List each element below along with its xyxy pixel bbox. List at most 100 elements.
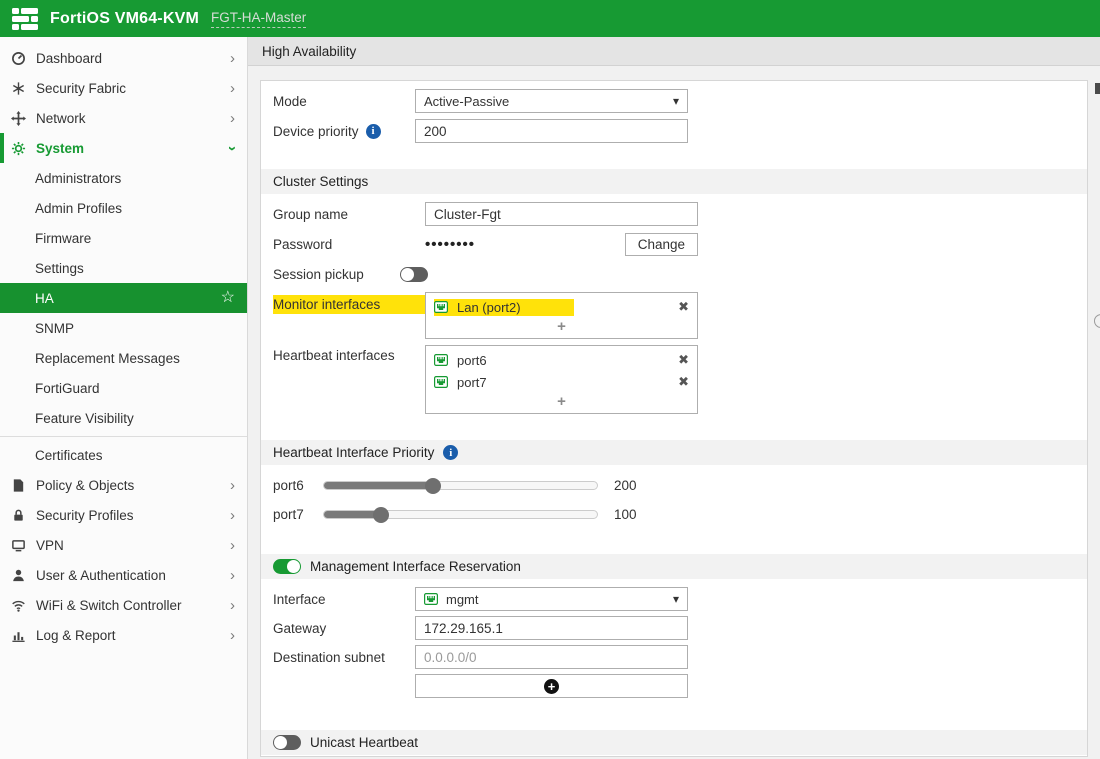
- sidebar-item-security-fabric[interactable]: Security Fabric: [0, 73, 247, 103]
- sidebar-item-certificates[interactable]: Certificates: [0, 440, 247, 470]
- add-heartbeat-interface-button[interactable]: [434, 393, 689, 411]
- sidebar-divider: [0, 436, 247, 437]
- slider-handle[interactable]: [373, 506, 390, 523]
- port7-priority-slider[interactable]: [323, 506, 598, 523]
- page-title: High Availability: [248, 37, 1100, 66]
- bar-chart-icon: [10, 628, 27, 643]
- remove-icon[interactable]: [678, 299, 689, 315]
- interface-entry: port7: [434, 371, 689, 393]
- mgmt-interface-select[interactable]: mgmt: [415, 587, 688, 611]
- user-icon: [10, 568, 27, 583]
- destination-subnet-input[interactable]: [415, 645, 688, 669]
- interface-name: Lan (port2): [457, 299, 521, 315]
- sidebar-item-vpn[interactable]: VPN: [0, 530, 247, 560]
- section-heartbeat-interface-priority: Heartbeat Interface Priority: [261, 440, 1087, 465]
- sidebar-item-label: Security Fabric: [36, 80, 127, 96]
- interface-name: port7: [457, 374, 487, 390]
- gear-icon: [10, 141, 27, 156]
- fortinet-logo-icon: [12, 7, 38, 30]
- info-icon[interactable]: [443, 445, 459, 460]
- chevron-right-icon: [230, 508, 235, 523]
- remove-icon[interactable]: [678, 352, 689, 368]
- management-interface-reservation-toggle[interactable]: [273, 559, 301, 574]
- sidebar-item-admin-profiles[interactable]: Admin Profiles: [0, 193, 247, 223]
- sidebar-item-log-report[interactable]: Log & Report: [0, 620, 247, 650]
- sidebar-item-ha[interactable]: HA: [0, 283, 247, 313]
- sidebar-item-label: Network: [36, 110, 86, 126]
- sidebar-item-settings[interactable]: Settings: [0, 253, 247, 283]
- sidebar-item-firmware[interactable]: Firmware: [0, 223, 247, 253]
- mode-select[interactable]: Active-Passive: [415, 89, 688, 113]
- slider-handle[interactable]: [425, 477, 442, 494]
- chevron-right-icon: [230, 538, 235, 553]
- favorite-star-icon[interactable]: [221, 290, 235, 306]
- port6-label: port6: [273, 477, 304, 493]
- chevron-down-icon: [673, 94, 679, 108]
- plus-circle-icon: [544, 678, 559, 694]
- heartbeat-interfaces-box: port6 port7: [425, 345, 698, 414]
- sidebar-item-wifi-switch-controller[interactable]: WiFi & Switch Controller: [0, 590, 247, 620]
- mode-value: Active-Passive: [424, 93, 510, 109]
- sidebar-item-replacement-messages[interactable]: Replacement Messages: [0, 343, 247, 373]
- remove-icon[interactable]: [678, 374, 689, 390]
- destination-subnet-label: Destination subnet: [273, 649, 385, 665]
- port7-label: port7: [273, 506, 304, 522]
- port6-priority-slider[interactable]: [323, 477, 598, 494]
- password-mask: ••••••••: [425, 235, 476, 253]
- change-password-button[interactable]: Change: [624, 232, 698, 256]
- sidebar-item-fortiguard[interactable]: FortiGuard: [0, 373, 247, 403]
- chevron-down-icon: [673, 592, 679, 606]
- scrollbar-thumb[interactable]: [1095, 83, 1100, 94]
- chevron-right-icon: [230, 568, 235, 583]
- mode-label: Mode: [273, 93, 307, 109]
- ethernet-port-icon: [424, 593, 438, 605]
- session-pickup-label: Session pickup: [273, 266, 364, 282]
- gateway-label: Gateway: [273, 620, 327, 636]
- add-monitor-interface-button[interactable]: [434, 318, 689, 336]
- device-priority-input[interactable]: [415, 119, 688, 143]
- sidebar-item-dashboard[interactable]: Dashboard: [0, 43, 247, 73]
- sidebar-item-system[interactable]: System: [0, 133, 247, 163]
- chevron-right-icon: [230, 51, 235, 66]
- chevron-right-icon: [230, 628, 235, 643]
- sidebar-item-policy-objects[interactable]: Policy & Objects: [0, 470, 247, 500]
- section-unicast-heartbeat: Unicast Heartbeat: [261, 730, 1087, 755]
- gauge-icon: [10, 51, 27, 66]
- content-area: Mode Active-Passive Device priority: [248, 66, 1100, 759]
- chevron-right-icon: [230, 111, 235, 126]
- lock-icon: [10, 508, 27, 523]
- device-priority-label: Device priority: [273, 123, 415, 139]
- sidebar-item-snmp[interactable]: SNMP: [0, 313, 247, 343]
- ethernet-port-icon: [434, 376, 448, 388]
- chevron-right-icon: [230, 598, 235, 613]
- add-subnet-button[interactable]: [415, 674, 688, 698]
- ethernet-port-icon: [434, 354, 448, 366]
- sidebar-item-label: Log & Report: [36, 627, 116, 643]
- interface-entry: port6: [434, 349, 689, 371]
- hostname-breadcrumb[interactable]: FGT-HA-Master: [211, 10, 307, 28]
- section-cluster-settings: Cluster Settings: [261, 169, 1087, 194]
- sidebar-item-network[interactable]: Network: [0, 103, 247, 133]
- product-name: FortiOS VM64-KVM: [50, 9, 199, 27]
- move-arrows-icon: [10, 110, 27, 126]
- sidebar-item-label: User & Authentication: [36, 567, 166, 583]
- mgmt-interface-value: mgmt: [446, 591, 479, 607]
- sidebar-item-feature-visibility[interactable]: Feature Visibility: [0, 403, 247, 433]
- info-icon[interactable]: [365, 123, 381, 139]
- sidebar-item-administrators[interactable]: Administrators: [0, 163, 247, 193]
- top-bar: FortiOS VM64-KVM FGT-HA-Master: [0, 0, 1100, 37]
- unicast-heartbeat-toggle[interactable]: [273, 735, 301, 750]
- session-pickup-toggle[interactable]: [400, 266, 428, 282]
- sidebar-item-label: Dashboard: [36, 50, 103, 66]
- section-management-interface-reservation: Management Interface Reservation: [261, 554, 1087, 579]
- heartbeat-interfaces-label: Heartbeat interfaces: [273, 348, 395, 363]
- sidebar-item-user-authentication[interactable]: User & Authentication: [0, 560, 247, 590]
- password-label: Password: [273, 236, 333, 252]
- port7-priority-value: 100: [614, 506, 637, 522]
- sidebar-item-security-profiles[interactable]: Security Profiles: [0, 500, 247, 530]
- sidebar-item-label: VPN: [36, 537, 64, 553]
- gateway-input[interactable]: [415, 616, 688, 640]
- sidebar-item-label: WiFi & Switch Controller: [36, 597, 182, 613]
- ha-settings-card: Mode Active-Passive Device priority: [260, 80, 1088, 757]
- group-name-input[interactable]: [425, 202, 698, 226]
